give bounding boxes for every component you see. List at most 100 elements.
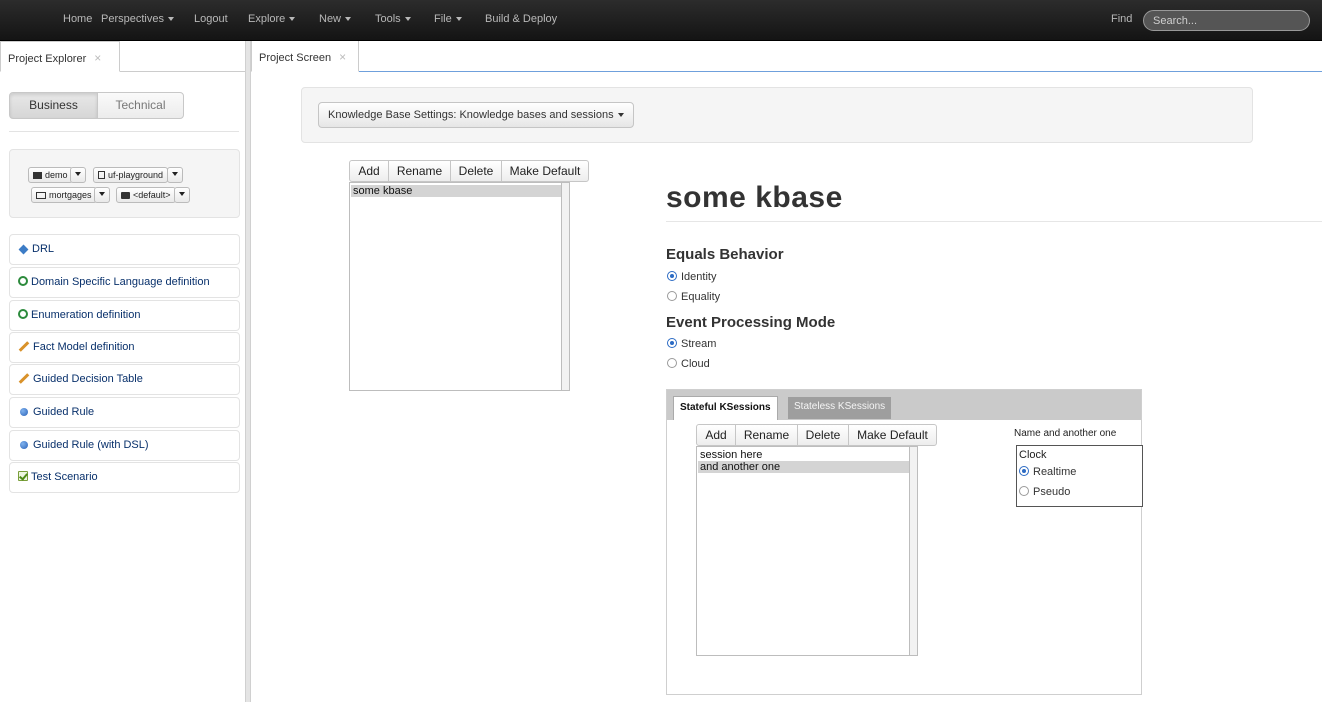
tab-project-screen[interactable]: Project Screen × (251, 41, 359, 72)
divider (9, 131, 239, 132)
asset-type-guided-decision-table[interactable]: Guided Decision Table (9, 364, 240, 395)
project-selector[interactable]: mortgages (31, 187, 97, 203)
event-processing-heading: Event Processing Mode (666, 314, 836, 331)
ksessions-panel: Stateful KSessions Stateless KSessions A… (666, 389, 1143, 695)
cloud-label: Cloud (681, 358, 710, 370)
settings-dropdown[interactable]: Knowledge Base Settings: Knowledge bases… (318, 102, 634, 128)
asset-type-guided-rule[interactable]: Guided Rule (9, 397, 240, 428)
repository-selector[interactable]: uf-playground (93, 167, 169, 183)
chevron-down-icon (617, 113, 624, 118)
nav-explore-label: Explore (248, 13, 286, 25)
nav-new-label: New (319, 13, 342, 25)
org-unit-dropdown[interactable] (70, 167, 86, 183)
search-input[interactable] (1143, 10, 1310, 31)
plus-circle-icon (18, 309, 28, 319)
realtime-radio[interactable]: Realtime (1019, 466, 1076, 480)
cloud-radio[interactable]: Cloud (667, 358, 710, 372)
asset-type-label: Domain Specific Language definition (31, 276, 210, 288)
blue-dot-icon (20, 408, 28, 416)
nav-home[interactable]: Home (63, 13, 92, 25)
nav-logout[interactable]: Logout (194, 13, 228, 25)
ksession-make-default-button[interactable]: Make Default (848, 424, 937, 446)
business-button[interactable]: Business (9, 92, 98, 119)
asset-type-dsl[interactable]: Domain Specific Language definition (9, 267, 240, 298)
scrollbar[interactable] (561, 183, 569, 390)
blue-dot-icon (20, 441, 28, 449)
radio-unchecked-icon (667, 291, 677, 301)
stream-radio[interactable]: Stream (667, 338, 716, 352)
org-unit-label: demo (45, 170, 68, 180)
nav-tools[interactable]: Tools (375, 13, 411, 25)
kbase-add-button[interactable]: Add (349, 160, 389, 182)
find-label: Find (1111, 13, 1133, 25)
equality-radio[interactable]: Equality (667, 291, 720, 305)
settings-well: Knowledge Base Settings: Knowledge bases… (301, 87, 1253, 143)
monitor-icon (36, 192, 46, 199)
asset-type-fact-model[interactable]: Fact Model definition (9, 332, 240, 363)
list-item[interactable]: session here (698, 449, 909, 461)
list-item[interactable]: some kbase (351, 185, 561, 197)
project-label: mortgages (49, 190, 92, 200)
ksession-toolbar: Add Rename Delete Make Default (696, 424, 937, 446)
kbase-delete-button[interactable]: Delete (450, 160, 502, 182)
nav-file[interactable]: File (434, 13, 462, 25)
kbase-make-default-button[interactable]: Make Default (501, 160, 589, 182)
tab-stateless-ksessions[interactable]: Stateless KSessions (788, 397, 892, 419)
asset-type-test-scenario[interactable]: Test Scenario (9, 462, 240, 493)
context-selector: demo uf-playground mortgages <default> (9, 149, 240, 218)
group-icon (33, 172, 42, 179)
package-dropdown[interactable] (174, 187, 190, 203)
left-tabstrip: Project Explorer × (0, 41, 245, 72)
ksessions-tabbar: Stateful KSessions Stateless KSessions (667, 390, 1141, 420)
nav-build-deploy[interactable]: Build & Deploy (485, 13, 557, 25)
tab-stateful-ksessions[interactable]: Stateful KSessions (673, 396, 778, 420)
ksession-list[interactable]: session here and another one (696, 446, 918, 656)
asset-type-label: Enumeration definition (31, 309, 141, 321)
org-unit-selector[interactable]: demo (28, 167, 73, 183)
asset-type-enumeration[interactable]: Enumeration definition (9, 300, 240, 331)
asset-type-label: Guided Decision Table (33, 373, 143, 385)
repository-dropdown[interactable] (167, 167, 183, 183)
clock-label: Clock (1019, 449, 1047, 461)
ksession-add-button[interactable]: Add (696, 424, 736, 446)
identity-radio[interactable]: Identity (667, 271, 716, 285)
chevron-down-icon (289, 17, 296, 22)
ksession-rename-button[interactable]: Rename (735, 424, 798, 446)
settings-dropdown-label: Knowledge Base Settings: Knowledge bases… (328, 109, 614, 121)
kbase-list[interactable]: some kbase (349, 182, 570, 391)
view-toggle: Business Technical (9, 92, 184, 119)
chevron-down-icon (345, 17, 352, 22)
pseudo-label: Pseudo (1033, 486, 1071, 498)
repository-icon (98, 171, 105, 179)
asset-type-drl[interactable]: DRL (9, 234, 240, 265)
kbase-rename-button[interactable]: Rename (388, 160, 451, 182)
nav-explore[interactable]: Explore (248, 13, 296, 25)
list-item[interactable]: and another one (698, 461, 909, 473)
realtime-label: Realtime (1033, 466, 1077, 478)
close-icon[interactable]: × (339, 50, 346, 64)
clock-settings: Clock Realtime Pseudo (1016, 445, 1143, 507)
project-dropdown[interactable] (94, 187, 110, 203)
package-selector[interactable]: <default> (116, 187, 176, 203)
close-icon[interactable]: × (94, 51, 101, 65)
radio-unchecked-icon (667, 358, 677, 368)
repository-label: uf-playground (108, 170, 164, 180)
nav-file-label: File (434, 13, 452, 25)
tab-project-screen-label: Project Screen (259, 52, 332, 64)
pseudo-radio[interactable]: Pseudo (1019, 486, 1070, 500)
page-title: some kbase (666, 181, 843, 214)
asset-type-guided-rule-dsl[interactable]: Guided Rule (with DSL) (9, 430, 240, 461)
asset-type-label: Fact Model definition (33, 341, 135, 353)
ksession-delete-button[interactable]: Delete (797, 424, 849, 446)
technical-button[interactable]: Technical (97, 92, 184, 119)
radio-checked-icon (667, 338, 677, 348)
scrollbar[interactable] (909, 447, 917, 655)
chevron-down-icon (75, 171, 81, 176)
nav-perspectives[interactable]: Perspectives (101, 13, 174, 25)
chevron-down-icon (167, 17, 174, 22)
chevron-down-icon (455, 17, 462, 22)
nav-new[interactable]: New (319, 13, 352, 25)
right-tabstrip: Project Screen × (251, 41, 1322, 72)
tab-project-explorer[interactable]: Project Explorer × (0, 41, 120, 72)
asset-type-label: DRL (32, 243, 55, 255)
